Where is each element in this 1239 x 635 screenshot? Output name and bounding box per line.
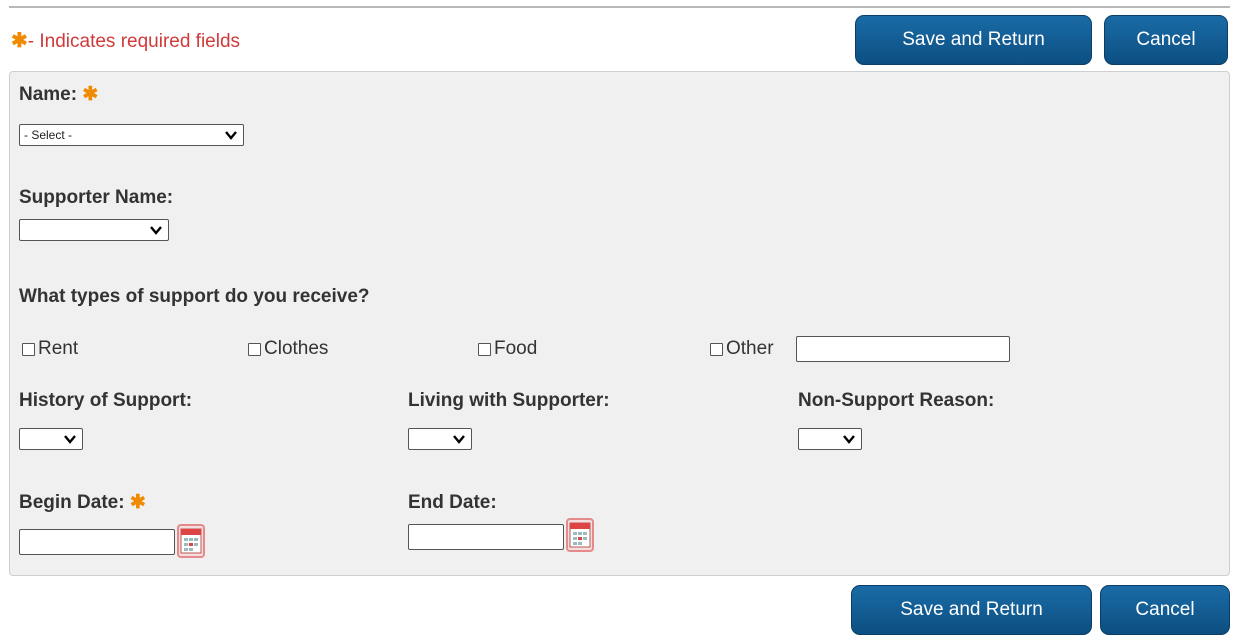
checkbox-label-clothes: Clothes [264, 338, 329, 359]
chevron-down-icon [453, 435, 465, 444]
chevron-down-icon [225, 131, 237, 140]
required-star-icon: ✱ [129, 492, 146, 513]
history-of-support-label: History of Support: [19, 390, 193, 411]
end-date-calendar-icon[interactable] [566, 518, 594, 552]
chevron-down-icon [64, 435, 76, 444]
begin-date-label-text: Begin Date: [19, 492, 125, 513]
required-star-icon: ✱ [82, 84, 99, 105]
end-date-label: End Date: [408, 492, 497, 513]
name-label-text: Name: [19, 84, 78, 105]
checkbox-box[interactable] [248, 342, 261, 356]
name-label: Name: ✱ [19, 84, 98, 106]
required-star-icon: ✱ [11, 30, 28, 52]
save-and-return-button-top[interactable]: Save and Return [855, 15, 1092, 65]
non-support-reason-label: Non-Support Reason: [798, 390, 995, 411]
checkbox-other[interactable]: Other [710, 338, 774, 360]
checkbox-label-rent: Rent [38, 338, 79, 359]
checkbox-food[interactable]: Food [478, 338, 537, 360]
other-support-input[interactable] [796, 336, 1010, 362]
required-note-text: - Indicates required fields [27, 31, 241, 52]
save-button-label: Save and Return [902, 29, 1045, 50]
living-with-supporter-label: Living with Supporter: [408, 390, 610, 411]
supporter-name-label: Supporter Name: [19, 187, 174, 208]
form-panel: Name: ✱ - Select - Supporter Name: What … [9, 71, 1230, 576]
chevron-down-icon [843, 435, 855, 444]
cancel-button-bottom[interactable]: Cancel [1100, 585, 1230, 635]
required-fields-note: ✱- Indicates required fields [11, 30, 240, 53]
history-of-support-select[interactable] [19, 428, 83, 450]
top-divider [9, 6, 1230, 8]
checkbox-label-food: Food [494, 338, 538, 359]
begin-date-input[interactable] [19, 529, 175, 555]
calendar-icon [569, 522, 591, 548]
name-select[interactable]: - Select - [19, 124, 244, 146]
begin-date-calendar-icon[interactable] [177, 524, 205, 558]
end-date-input[interactable] [408, 524, 564, 550]
checkbox-clothes[interactable]: Clothes [248, 338, 328, 360]
support-types-question: What types of support do you receive? [19, 286, 370, 307]
checkbox-box[interactable] [478, 342, 491, 356]
cancel-button-label: Cancel [1135, 599, 1195, 620]
chevron-down-icon [150, 226, 162, 235]
checkbox-box[interactable] [22, 342, 35, 356]
checkbox-label-other: Other [726, 338, 774, 359]
cancel-button-label: Cancel [1136, 29, 1196, 50]
save-button-label: Save and Return [900, 599, 1043, 620]
non-support-reason-select[interactable] [798, 428, 862, 450]
begin-date-label: Begin Date: ✱ [19, 492, 146, 514]
cancel-button-top[interactable]: Cancel [1104, 15, 1228, 65]
living-with-supporter-select[interactable] [408, 428, 472, 450]
name-select-value: - Select - [24, 128, 73, 142]
checkbox-rent[interactable]: Rent [22, 338, 78, 360]
checkbox-box[interactable] [710, 342, 723, 356]
calendar-icon [180, 528, 202, 554]
save-and-return-button-bottom[interactable]: Save and Return [851, 585, 1092, 635]
supporter-name-select[interactable] [19, 219, 169, 241]
